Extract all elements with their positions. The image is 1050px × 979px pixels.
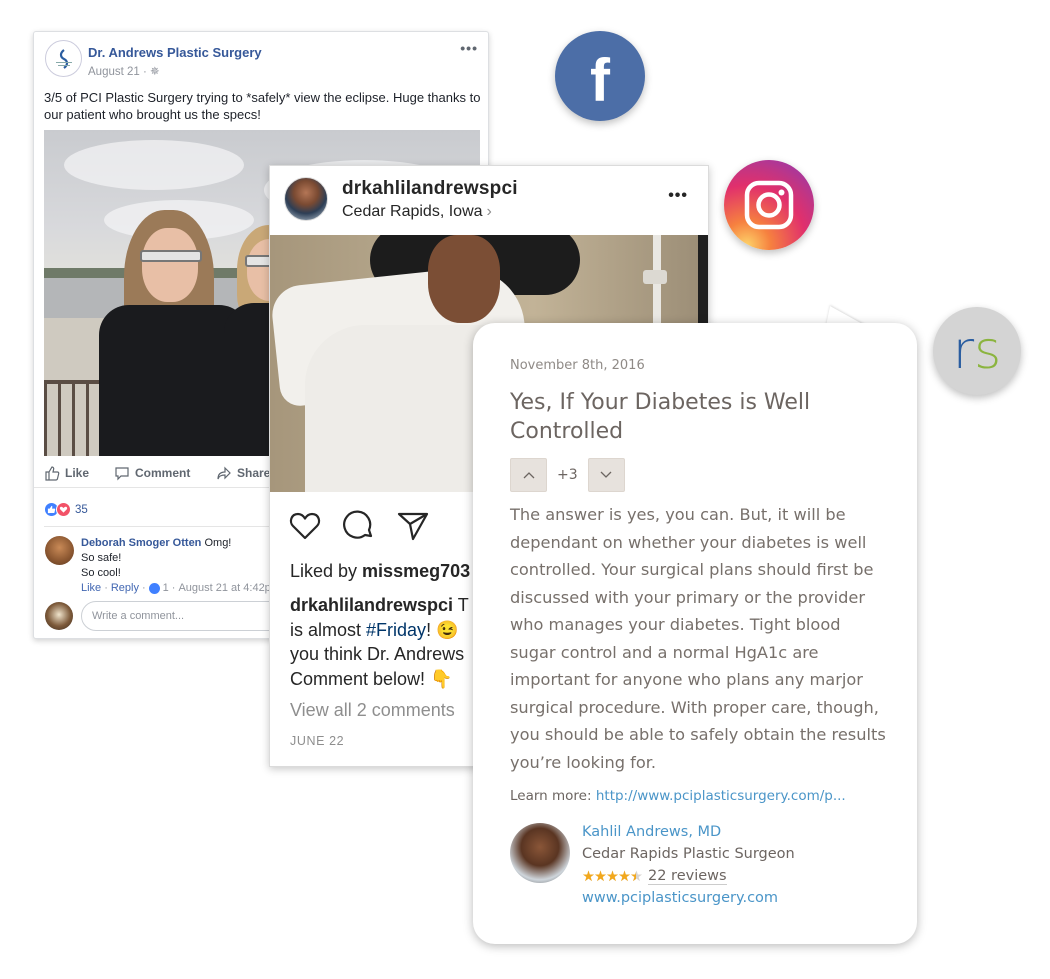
globe-icon: ✵: [150, 66, 160, 78]
caption-text: ! 😉: [426, 619, 459, 640]
share-button[interactable]: Share: [216, 465, 270, 481]
share-arrow-icon: [217, 466, 231, 480]
comment-author[interactable]: Deborah Smoger Otten: [81, 537, 201, 549]
qa-answer-card: November 8th, 2016 Yes, If Your Diabetes…: [473, 323, 917, 944]
instagram-logo-icon: [724, 160, 814, 250]
like-reaction-icon: [148, 582, 160, 594]
location-link[interactable]: Cedar Rapids, Iowa ›: [342, 203, 492, 221]
doctor-website-link[interactable]: www.pciplasticsurgery.com: [582, 890, 778, 906]
more-options-icon[interactable]: •••: [460, 40, 478, 56]
stars-filled: ★★★★★: [582, 868, 636, 885]
liked-by-text: Liked by missmeg703: [290, 561, 470, 582]
doctor-rating: ★★★★★ ★★★★★ 22 reviews: [582, 868, 727, 885]
heart-icon[interactable]: [288, 509, 322, 543]
doctor-name-link[interactable]: Kahlil Andrews, MD: [582, 824, 721, 840]
answer-date: November 8th, 2016: [510, 358, 645, 373]
caption-username-link[interactable]: drkahlilandrewspci: [290, 595, 453, 615]
caption-text: T: [453, 595, 469, 615]
post-meta: August 21 · ✵: [88, 64, 160, 78]
vote-controls: +3: [510, 458, 625, 492]
comment-timestamp[interactable]: August 21 at 4:42pm: [178, 582, 280, 594]
share-label: Share: [237, 466, 271, 480]
learn-more: Learn more: http://www.pciplasticsurgery…: [510, 788, 846, 804]
more-options-icon[interactable]: •••: [668, 187, 688, 205]
comment-reply-link[interactable]: Reply: [111, 582, 139, 594]
like-label: Like: [65, 466, 90, 480]
profile-avatar[interactable]: [284, 177, 328, 221]
upvote-button[interactable]: [510, 458, 547, 492]
doctor-title: Cedar Rapids Plastic Surgeon: [582, 846, 795, 862]
comment-line: So cool!: [81, 567, 121, 579]
location-text: Cedar Rapids, Iowa: [342, 203, 483, 220]
answer-title: Yes, If Your Diabetes is Well Controlled: [510, 390, 811, 444]
commenter-avatar[interactable]: [45, 536, 74, 565]
downvote-button[interactable]: [587, 458, 625, 492]
doctor-avatar[interactable]: [510, 823, 570, 883]
like-button[interactable]: Like: [44, 465, 89, 481]
share-direct-icon[interactable]: [396, 509, 430, 543]
meta-separator: ·: [139, 66, 151, 78]
caption-text: is almost: [290, 619, 367, 640]
reaction-count: 35: [75, 503, 88, 516]
page-name-link[interactable]: Dr. Andrews Plastic Surgery: [88, 45, 262, 60]
chevron-up-icon: [523, 472, 534, 479]
instagram-camera-icon: [744, 180, 794, 230]
liked-by-prefix: Liked by: [290, 561, 363, 581]
post-text: 3/5 of PCI Plastic Surgery trying to *sa…: [44, 90, 481, 122]
love-reaction-icon: [56, 502, 71, 517]
vote-score: +3: [557, 467, 578, 483]
realself-r-glyph: r: [952, 321, 975, 381]
learn-more-link[interactable]: http://www.pciplasticsurgery.com/p...: [596, 788, 846, 804]
facebook-glyph: f: [590, 47, 610, 114]
comment-button[interactable]: Comment: [114, 465, 190, 481]
chevron-down-icon: [600, 471, 612, 478]
hashtag-link[interactable]: #Friday: [366, 620, 426, 640]
view-all-comments-link[interactable]: View all 2 comments: [290, 700, 455, 721]
answer-body: The answer is yes, you can. But, it will…: [510, 505, 886, 772]
realself-logo-icon: rs: [933, 307, 1021, 395]
liked-by-user-link[interactable]: missmeg703: [362, 561, 470, 581]
post-date: JUNE 22: [290, 734, 345, 748]
comment-meta: Like · Reply · 1 · August 21 at 4:42pm: [81, 582, 280, 594]
post-actions: [288, 509, 430, 543]
comment-label: Comment: [135, 466, 191, 480]
post-date[interactable]: August 21: [88, 66, 140, 78]
chevron-right-icon: ›: [486, 203, 492, 220]
facebook-post-header: Dr. Andrews Plastic Surgery August 21 · …: [34, 32, 488, 86]
comment-line: Omg!: [204, 537, 232, 549]
thumbs-up-icon: [45, 466, 60, 481]
username-link[interactable]: drkahlilandrewspci: [342, 178, 518, 200]
current-user-avatar: [45, 602, 73, 630]
clinic-logo-icon: [55, 48, 72, 69]
comment-line: So safe!: [81, 552, 122, 564]
page-logo-avatar[interactable]: [45, 40, 82, 77]
comment-like-link[interactable]: Like: [81, 582, 101, 594]
comment-body: Deborah Smoger Otten Omg! So safe! So co…: [81, 536, 231, 581]
comment-icon[interactable]: [342, 509, 376, 543]
reactions-summary[interactable]: 35: [44, 502, 88, 517]
comment-icon: [115, 467, 129, 481]
comment-like-count: 1: [162, 582, 169, 594]
star-rating: ★★★★★ ★★★★★: [582, 868, 643, 885]
realself-s-glyph: s: [974, 321, 1002, 381]
facebook-logo-icon: f: [555, 31, 645, 121]
reviews-count-link[interactable]: 22 reviews: [648, 868, 727, 885]
learn-more-label: Learn more:: [510, 788, 596, 804]
